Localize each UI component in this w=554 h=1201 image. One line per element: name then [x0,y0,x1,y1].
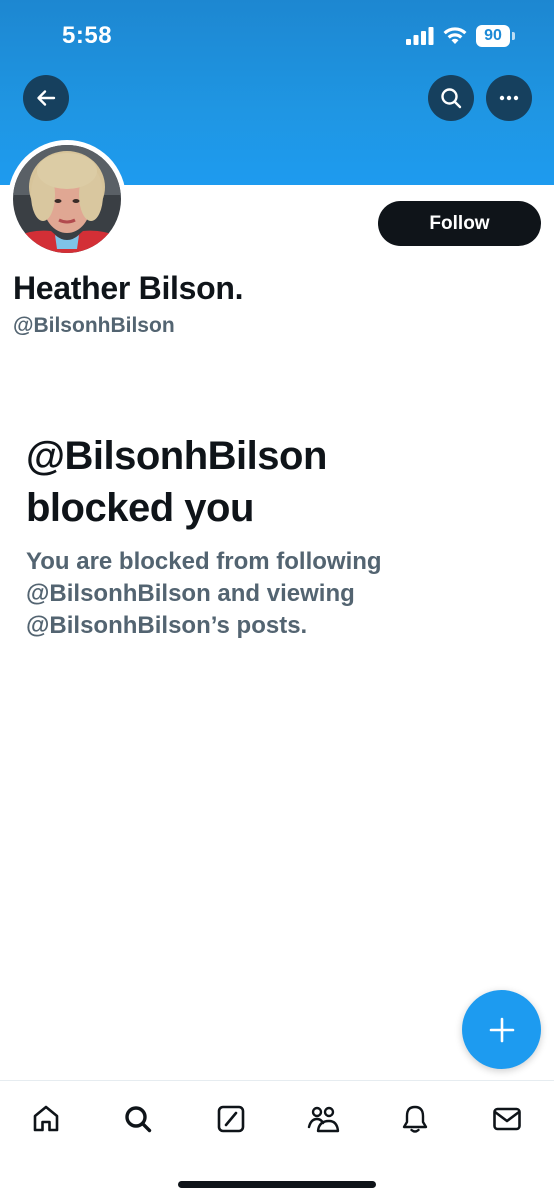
profile-display-name: Heather Bilson. [13,270,244,306]
battery-icon: 90 [476,25,516,47]
people-icon [307,1106,340,1133]
plus-icon [489,1017,514,1042]
profile-avatar[interactable] [8,140,126,258]
more-options-button[interactable] [486,75,532,121]
tab-communities[interactable] [303,1099,343,1139]
blocked-title-line: blocked you [26,486,254,530]
search-icon [125,1106,152,1133]
more-horizontal-icon [499,95,519,101]
blocked-title: @BilsonhBilson blocked you [26,430,526,534]
profile-handle: @BilsonhBilson [13,314,175,337]
mail-icon [493,1107,521,1131]
tab-home[interactable] [26,1099,66,1139]
blocked-title-line: @BilsonhBilson [26,434,327,478]
blocked-desc-line: You are blocked from following [26,548,382,575]
search-button[interactable] [428,75,474,121]
status-time: 5:58 [62,22,113,49]
cellular-signal-icon [406,27,434,45]
search-icon [441,88,462,109]
tab-explore[interactable] [118,1099,158,1139]
follow-button[interactable]: Follow [378,201,541,246]
arrow-left-icon [37,90,56,106]
blocked-description: You are blocked from following @BilsonhB… [26,546,526,642]
home-indicator[interactable] [178,1181,376,1188]
back-button[interactable] [23,75,69,121]
status-bar: 5:58 90 [0,0,554,72]
blocked-desc-line: @BilsonhBilson’s posts. [26,612,308,639]
home-icon [33,1105,59,1132]
compose-post-button[interactable] [462,990,541,1069]
battery-level: 90 [484,27,502,44]
bell-icon [402,1105,428,1133]
wifi-icon [443,27,467,44]
avatar-image [13,145,121,253]
tab-grok[interactable] [211,1099,251,1139]
tab-notifications[interactable] [395,1099,435,1139]
grok-icon [217,1105,245,1133]
tab-messages[interactable] [487,1099,527,1139]
blocked-desc-line: @BilsonhBilson and viewing [26,580,355,607]
